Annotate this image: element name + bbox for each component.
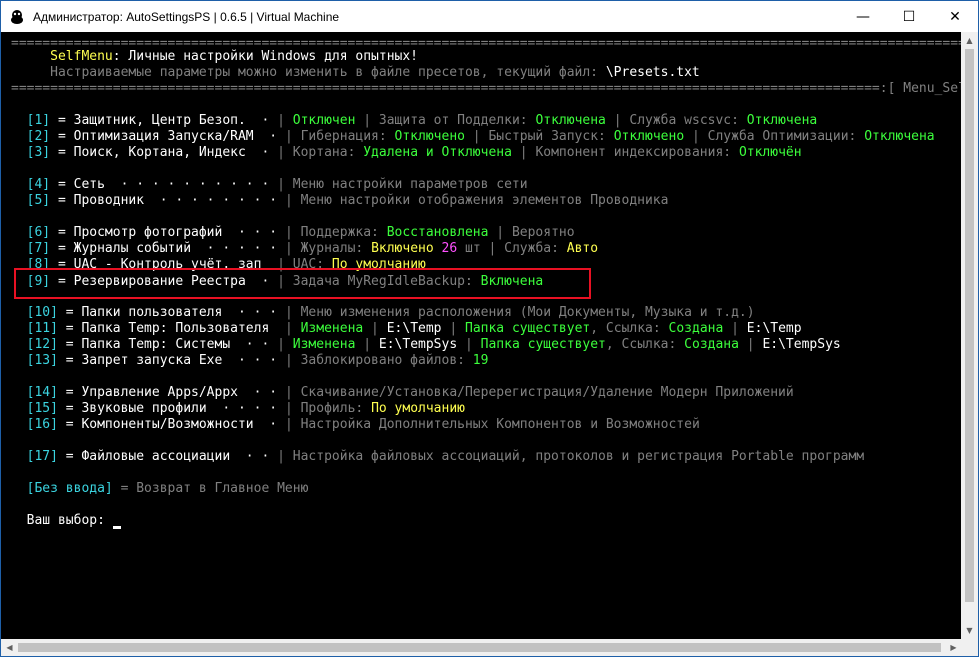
menu-item-15: [15] = Звуковые профили · · · · | Профил… [26, 401, 465, 416]
window-title: Администратор: AutoSettingsPS | 0.6.5 | … [33, 9, 340, 24]
selfmenu-label: SelfMenu [50, 49, 113, 64]
header-title: SelfMenu: Личные настройки Windows для о… [50, 49, 419, 64]
horizontal-scroll-thumb[interactable] [18, 643, 941, 652]
menu-item-11: [11] = Папка Temp: Пользователя | Измене… [26, 321, 802, 336]
vertical-scrollbar[interactable]: ▲ ▼ [961, 32, 978, 639]
scroll-up-arrow-icon[interactable]: ▲ [961, 32, 978, 49]
prompt-line[interactable]: Ваш выбор: [11, 513, 121, 529]
menu-item-4: [4] = Сеть · · · · · · · · · · | Меню на… [26, 177, 528, 192]
console-output[interactable]: ========================================… [1, 32, 962, 639]
menu-item-13: [13] = Запрет запуска Exe · · · | Заблок… [26, 353, 489, 368]
separator-menu: ========================================… [11, 81, 962, 96]
app-icon [11, 9, 23, 24]
scroll-right-arrow-icon[interactable]: ▶ [945, 639, 962, 656]
no-input-hint: [Без ввода] = Возврат в Главное Меню [26, 481, 309, 496]
scroll-down-arrow-icon[interactable]: ▼ [961, 622, 978, 639]
menu-item-8: [8] = UAC - Контроль учёт. зап | UAC: По… [26, 257, 426, 272]
vertical-scroll-thumb[interactable] [965, 49, 974, 602]
menu-item-9: [9] = Резервирование Реестра · | Задача … [26, 274, 544, 289]
menu-item-3: [3] = Поиск, Кортана, Индекс · | Кортана… [26, 145, 802, 160]
menu-item-14: [14] = Управление Apps/Appx · · | Скачив… [26, 385, 794, 400]
menu-item-12: [12] = Папка Temp: Системы · · | Изменен… [26, 337, 841, 352]
console-window: Администратор: AutoSettingsPS | 0.6.5 | … [0, 0, 979, 657]
menu-item-7: [7] = Журналы событий · · · · · | Журнал… [26, 241, 599, 256]
menu-item-1: [1] = Защитник, Центр Безоп. · | Отключе… [26, 113, 818, 128]
menu-item-10: [10] = Папки пользователя · · · | Меню и… [26, 305, 755, 320]
title-bar[interactable]: Администратор: AutoSettingsPS | 0.6.5 | … [1, 1, 978, 32]
header-subtitle: Настраиваемые параметры можно изменить в… [50, 65, 700, 80]
scrollbar-corner [961, 639, 978, 656]
maximize-button[interactable]: ☐ [886, 1, 932, 32]
close-button[interactable]: ✕ [932, 1, 978, 32]
minimize-button[interactable]: — [840, 1, 886, 32]
menu-item-6: [6] = Просмотр фотографий · · · | Поддер… [26, 225, 575, 240]
horizontal-scrollbar[interactable]: ◀ ▶ [1, 639, 962, 656]
prompt-label: Ваш выбор: [26, 513, 113, 528]
preset-file: \Presets.txt [605, 65, 700, 80]
menu-item-5: [5] = Проводник · · · · · · · · | Меню н… [26, 193, 669, 208]
menu-item-16: [16] = Компоненты/Возможности · | Настро… [26, 417, 700, 432]
text-cursor [112, 526, 121, 529]
menu-item-2: [2] = Оптимизация Запуска/RAM · | Гиберн… [26, 129, 935, 144]
scroll-left-arrow-icon[interactable]: ◀ [1, 639, 18, 656]
menu-item-17: [17] = Файловые ассоциации · · | Настрой… [26, 449, 865, 464]
